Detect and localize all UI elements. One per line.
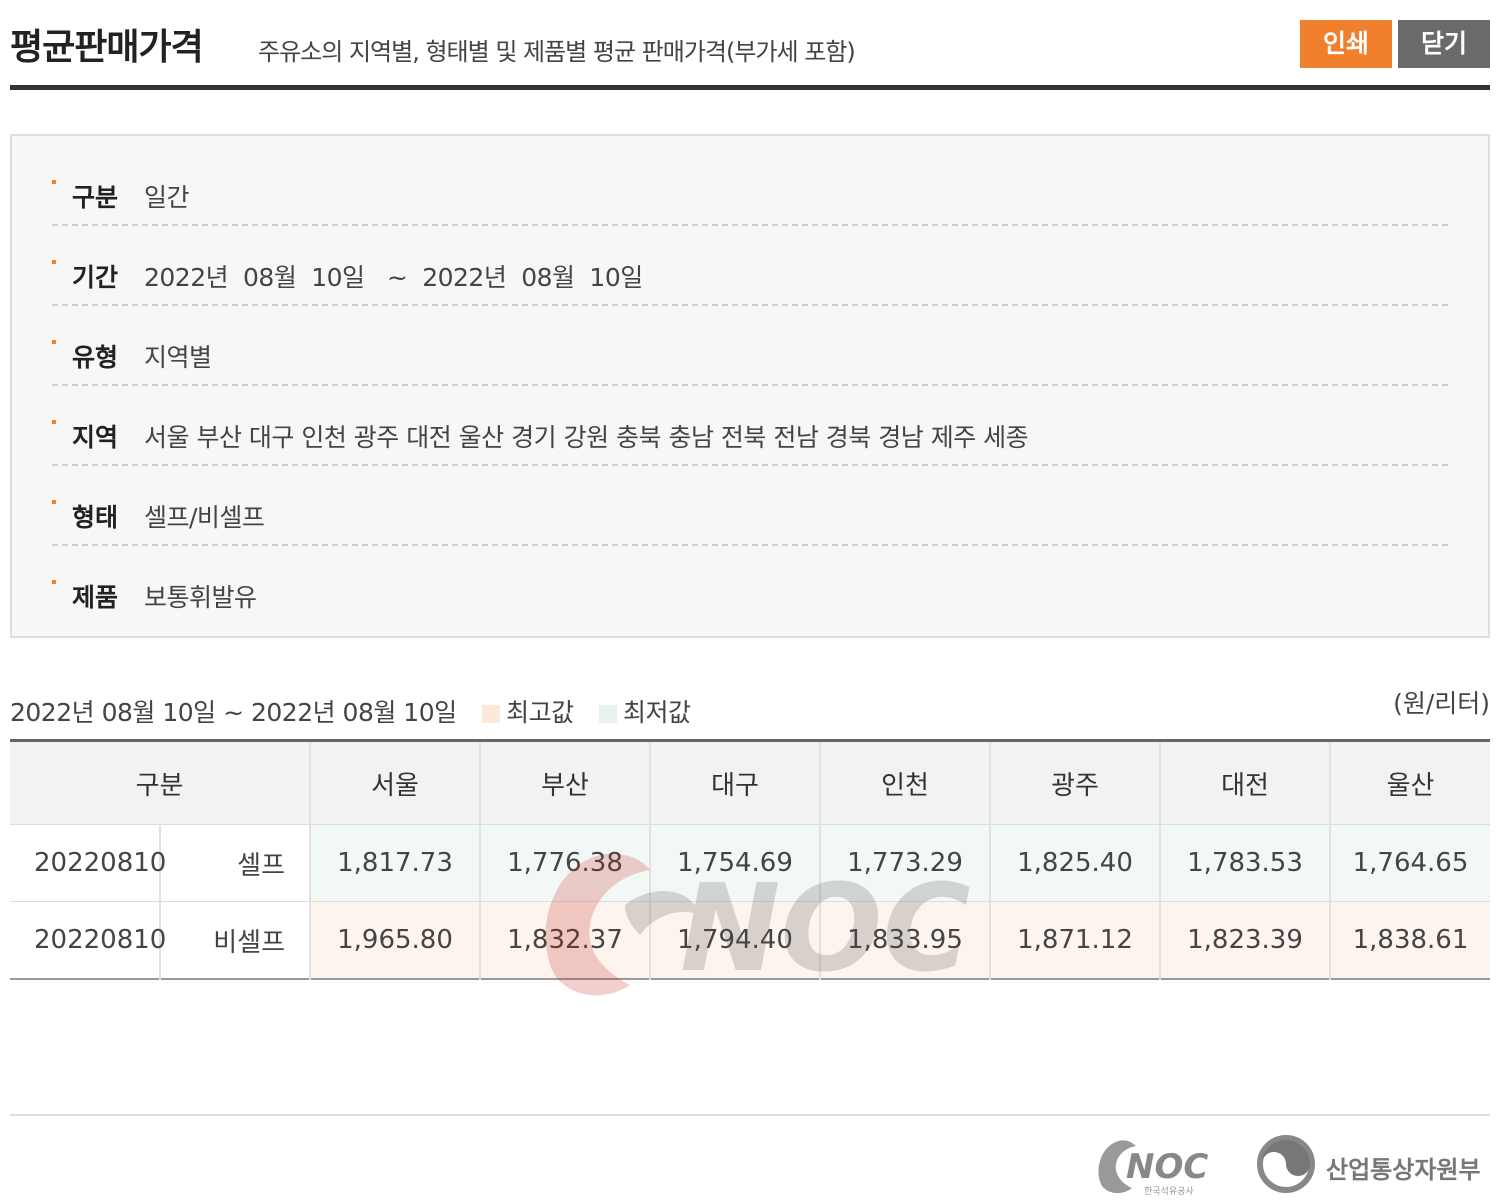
filter-row-period: 기간 2022년 08월 10일 ~ 2022년 08월 10일 <box>52 226 1448 306</box>
bullet-icon <box>52 260 56 264</box>
knoc-logo: NOC 한국석유공사 <box>1098 1140 1208 1196</box>
cell-value: 1,832.37 <box>480 901 651 980</box>
bullet-icon <box>52 580 56 584</box>
cell-value: 1,776.38 <box>480 824 651 902</box>
column-header-category: 구분 <box>10 740 311 825</box>
close-button[interactable]: 닫기 <box>1398 20 1490 68</box>
filter-label: 기간 <box>72 263 119 292</box>
legend-low-swatch <box>599 705 618 723</box>
filter-row-product: 제품 보통휘발유 <box>52 546 1448 626</box>
cell-value: 1,965.80 <box>310 901 481 980</box>
cell-value: 1,825.40 <box>990 824 1161 902</box>
filter-label: 지역 <box>72 423 119 452</box>
cell-date: 20220810 <box>10 824 166 902</box>
page-header: 평균판매가격 주유소의 지역별, 형태별 및 제품별 평균 판매가격(부가세 포… <box>10 0 1490 90</box>
cell-value: 1,871.12 <box>990 901 1161 980</box>
cell-date: 20220810 <box>10 901 166 980</box>
cell-value: 1,838.61 <box>1330 901 1490 980</box>
filter-row-form: 형태 셀프/비셀프 <box>52 466 1448 546</box>
motie-logo: 산업통상자원부 <box>1256 1134 1492 1194</box>
knoc-logo-text: NOC <box>1126 1147 1208 1187</box>
date-range-legend: 2022년 08월 10일 ~ 2022년 08월 10일 최고값 최저값 <box>10 693 691 729</box>
legend-high-swatch <box>482 705 501 723</box>
column-header: 대구 <box>650 740 821 825</box>
column-header: 광주 <box>990 740 1161 825</box>
column-header: 부산 <box>480 740 651 825</box>
filter-row-region: 지역 서울 부산 대구 인천 광주 대전 울산 경기 강원 충북 충남 전북 전… <box>52 386 1448 466</box>
cell-value: 1,783.53 <box>1160 824 1331 902</box>
filter-value: 보통휘발유 <box>144 583 257 612</box>
cell-value: 1,823.39 <box>1160 901 1331 980</box>
bullet-icon <box>52 500 56 504</box>
cell-type: 비셀프 <box>160 901 311 980</box>
page-subtitle: 주유소의 지역별, 형태별 및 제품별 평균 판매가격(부가세 포함) <box>258 38 856 66</box>
legend-low-label: 최저값 <box>623 698 691 727</box>
price-table: 구분 서울 부산 대구 인천 광주 대전 울산 20220810 셀프 1,81… <box>10 739 1490 980</box>
column-header: 울산 <box>1330 740 1490 825</box>
filter-label: 제품 <box>72 583 119 612</box>
filter-label: 구분 <box>72 183 119 212</box>
table-row: 20220810 셀프 1,817.73 1,776.38 1,754.69 1… <box>10 824 1490 902</box>
motie-logo-text: 산업통상자원부 <box>1326 1156 1481 1184</box>
table-header-row: 구분 서울 부산 대구 인천 광주 대전 울산 <box>10 740 1490 825</box>
filter-row-type: 유형 지역별 <box>52 306 1448 386</box>
cell-value: 1,794.40 <box>650 901 821 980</box>
cell-value: 1,833.95 <box>820 901 991 980</box>
cell-value: 1,754.69 <box>650 824 821 902</box>
filter-label: 형태 <box>72 503 119 532</box>
column-header: 서울 <box>310 740 481 825</box>
print-button[interactable]: 인쇄 <box>1300 20 1392 68</box>
filter-value: 일간 <box>144 183 190 212</box>
filter-value: 2022년 08월 10일 ~ 2022년 08월 10일 <box>144 263 643 292</box>
taegeuk-icon <box>1257 1135 1315 1193</box>
page-title: 평균판매가격 <box>10 27 204 68</box>
bullet-icon <box>52 340 56 344</box>
column-header: 대전 <box>1160 740 1331 825</box>
cell-type: 셀프 <box>160 824 311 902</box>
filter-label: 유형 <box>72 343 119 372</box>
legend-high-label: 최고값 <box>506 698 574 727</box>
footer-divider <box>10 1114 1490 1116</box>
cell-value: 1,817.73 <box>310 824 481 902</box>
cell-value: 1,764.65 <box>1330 824 1490 902</box>
date-range-text: 2022년 08월 10일 ~ 2022년 08월 10일 <box>10 698 457 727</box>
bullet-icon <box>52 420 56 424</box>
cell-value: 1,773.29 <box>820 824 991 902</box>
filter-value: 셀프/비셀프 <box>144 503 265 532</box>
filter-summary-box: 구분 일간 기간 2022년 08월 10일 ~ 2022년 08월 10일 유… <box>10 134 1490 638</box>
filter-value: 서울 부산 대구 인천 광주 대전 울산 경기 강원 충북 충남 전북 전남 경… <box>144 423 1029 452</box>
table-row: 20220810 비셀프 1,965.80 1,832.37 1,794.40 … <box>10 901 1490 980</box>
knoc-logo-subtext: 한국석유공사 <box>1144 1186 1194 1196</box>
bullet-icon <box>52 180 56 184</box>
column-header: 인천 <box>820 740 991 825</box>
filter-row-category: 구분 일간 <box>52 146 1448 226</box>
filter-value: 지역별 <box>144 343 212 372</box>
unit-label: (원/리터) <box>1393 689 1490 718</box>
